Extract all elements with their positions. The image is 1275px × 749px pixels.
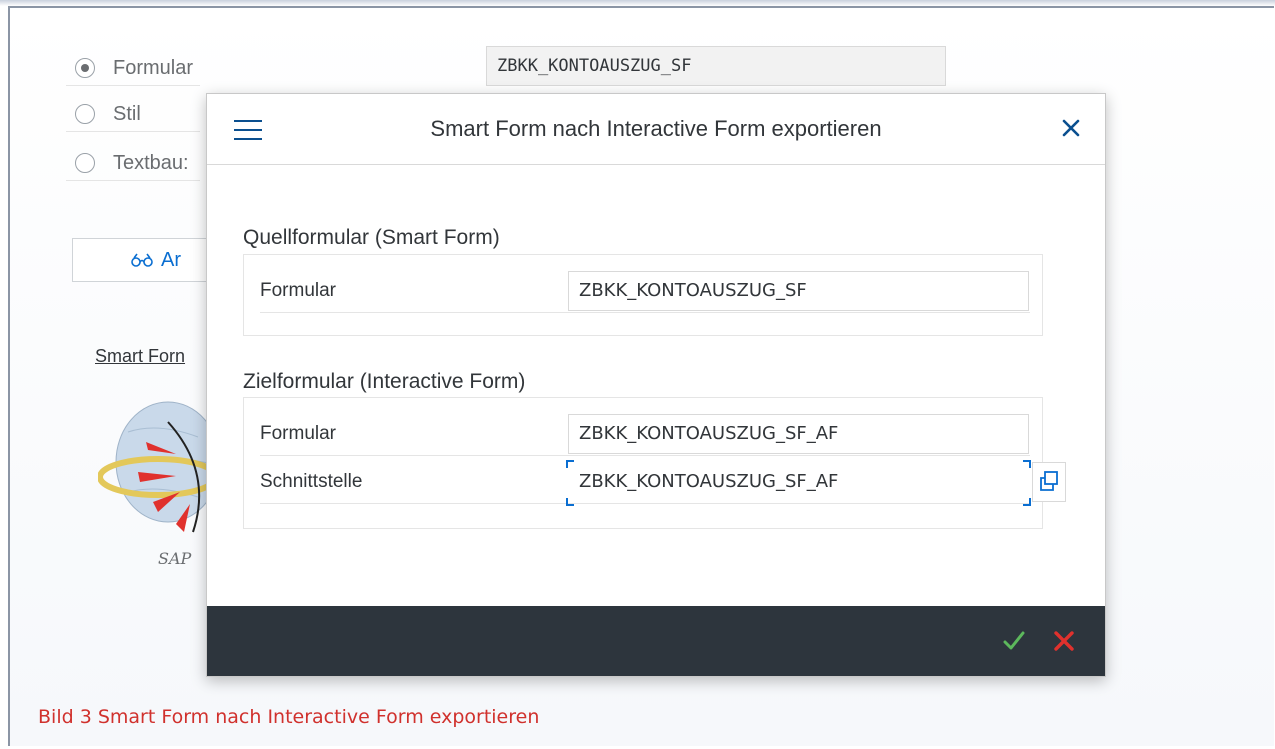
source-group-box: Formular ZBKK_KONTOAUSZUG_SF <box>243 254 1043 336</box>
source-form-label: Formular <box>260 280 337 301</box>
radio-option-style[interactable]: Stil <box>66 97 200 132</box>
focus-corner <box>1023 460 1031 468</box>
target-form-label: Formular <box>260 423 337 444</box>
value-help-icon <box>1040 471 1058 491</box>
cancel-icon[interactable] <box>1051 628 1077 654</box>
smart-forms-link[interactable]: Smart Forn <box>95 346 185 367</box>
radio-label: Formular <box>113 56 194 79</box>
value-help-button[interactable] <box>1032 462 1066 502</box>
focus-corner <box>1023 498 1031 506</box>
target-group-box: Formular ZBKK_KONTOAUSZUG_SF_AF Schnitts… <box>243 397 1066 529</box>
close-icon[interactable] <box>1059 116 1083 140</box>
radio-option-text-module[interactable]: Textbau: <box>66 146 200 181</box>
radio-button[interactable] <box>75 153 95 173</box>
radio-label: Textbau: <box>113 151 189 174</box>
focus-corner <box>566 460 574 468</box>
interface-input[interactable]: ZBKK_KONTOAUSZUG_SF_AF <box>568 462 1029 502</box>
target-form-row: Formular ZBKK_KONTOAUSZUG_SF_AF <box>260 411 1030 456</box>
target-group-title: Zielformular (Interactive Form) <box>243 370 526 393</box>
radio-option-form[interactable]: Formular <box>66 51 200 86</box>
figure-caption: Bild 3 Smart Form nach Interactive Form … <box>38 706 540 728</box>
dialog-footer <box>207 606 1105 676</box>
target-form-input[interactable]: ZBKK_KONTOAUSZUG_SF_AF <box>568 414 1029 454</box>
export-dialog: Smart Form nach Interactive Form exporti… <box>206 93 1106 677</box>
radio-button[interactable] <box>75 58 95 78</box>
form-name-field[interactable]: ZBKK_KONTOAUSZUG_SF <box>486 46 946 86</box>
logo-text: SAP <box>158 549 192 568</box>
display-button-label: Ar <box>161 248 181 271</box>
source-group-title: Quellformular (Smart Form) <box>243 226 500 249</box>
radio-label: Stil <box>113 102 141 125</box>
glasses-icon <box>131 253 153 267</box>
source-form-row: Formular ZBKK_KONTOAUSZUG_SF <box>260 268 1030 313</box>
interface-row: Schnittstelle ZBKK_KONTOAUSZUG_SF_AF <box>260 459 1066 506</box>
focus-corner <box>566 498 574 506</box>
interface-label: Schnittstelle <box>260 471 363 492</box>
dialog-title: Smart Form nach Interactive Form exporti… <box>430 116 882 141</box>
dialog-header: Smart Form nach Interactive Form exporti… <box>207 94 1105 165</box>
ok-checkmark-icon[interactable] <box>1001 628 1027 654</box>
radio-button[interactable] <box>75 104 95 124</box>
source-form-input[interactable]: ZBKK_KONTOAUSZUG_SF <box>568 271 1029 311</box>
sap-smart-forms-logo: SAP <box>98 401 218 568</box>
